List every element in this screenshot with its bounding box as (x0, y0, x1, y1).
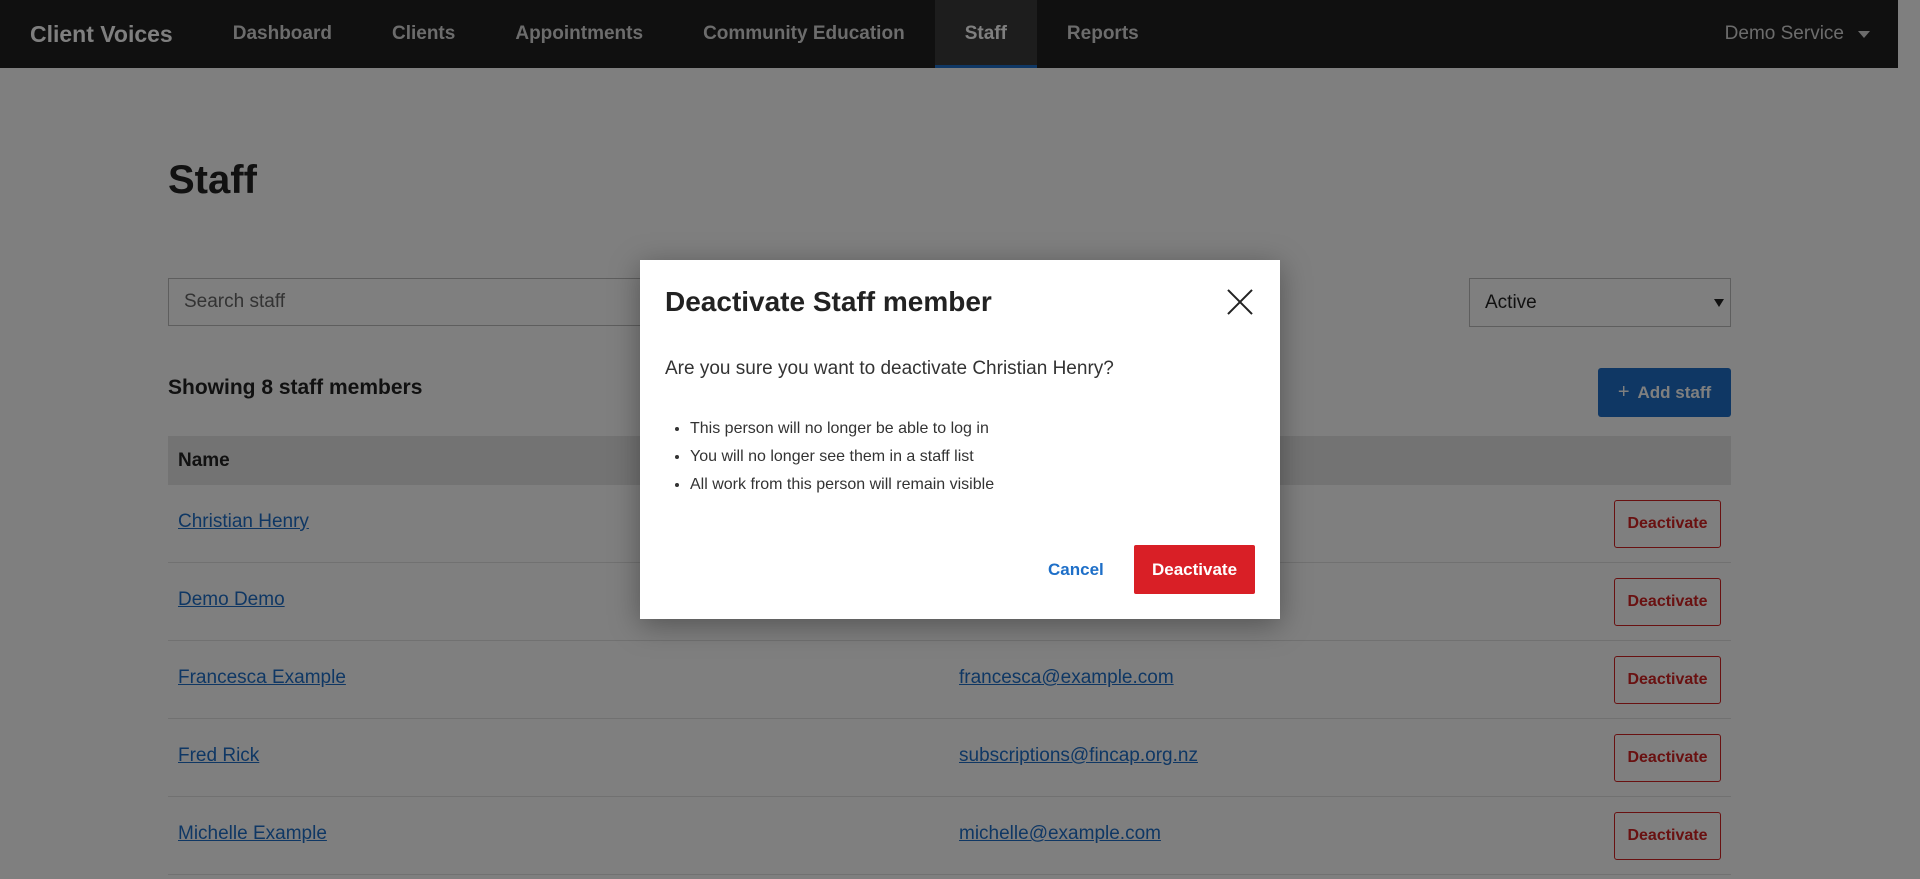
list-item: This person will no longer be able to lo… (690, 415, 994, 443)
list-item: You will no longer see them in a staff l… (690, 443, 994, 471)
deactivate-modal: Deactivate Staff member Are you sure you… (640, 260, 1280, 619)
confirm-deactivate-button[interactable]: Deactivate (1134, 545, 1255, 594)
modal-question: Are you sure you want to deactivate Chri… (665, 358, 1114, 379)
cancel-button[interactable]: Cancel (1048, 560, 1104, 580)
close-icon[interactable] (1226, 288, 1254, 316)
modal-title: Deactivate Staff member (665, 286, 992, 317)
modal-consequence-list: This person will no longer be able to lo… (665, 415, 994, 499)
list-item: All work from this person will remain vi… (690, 471, 994, 499)
